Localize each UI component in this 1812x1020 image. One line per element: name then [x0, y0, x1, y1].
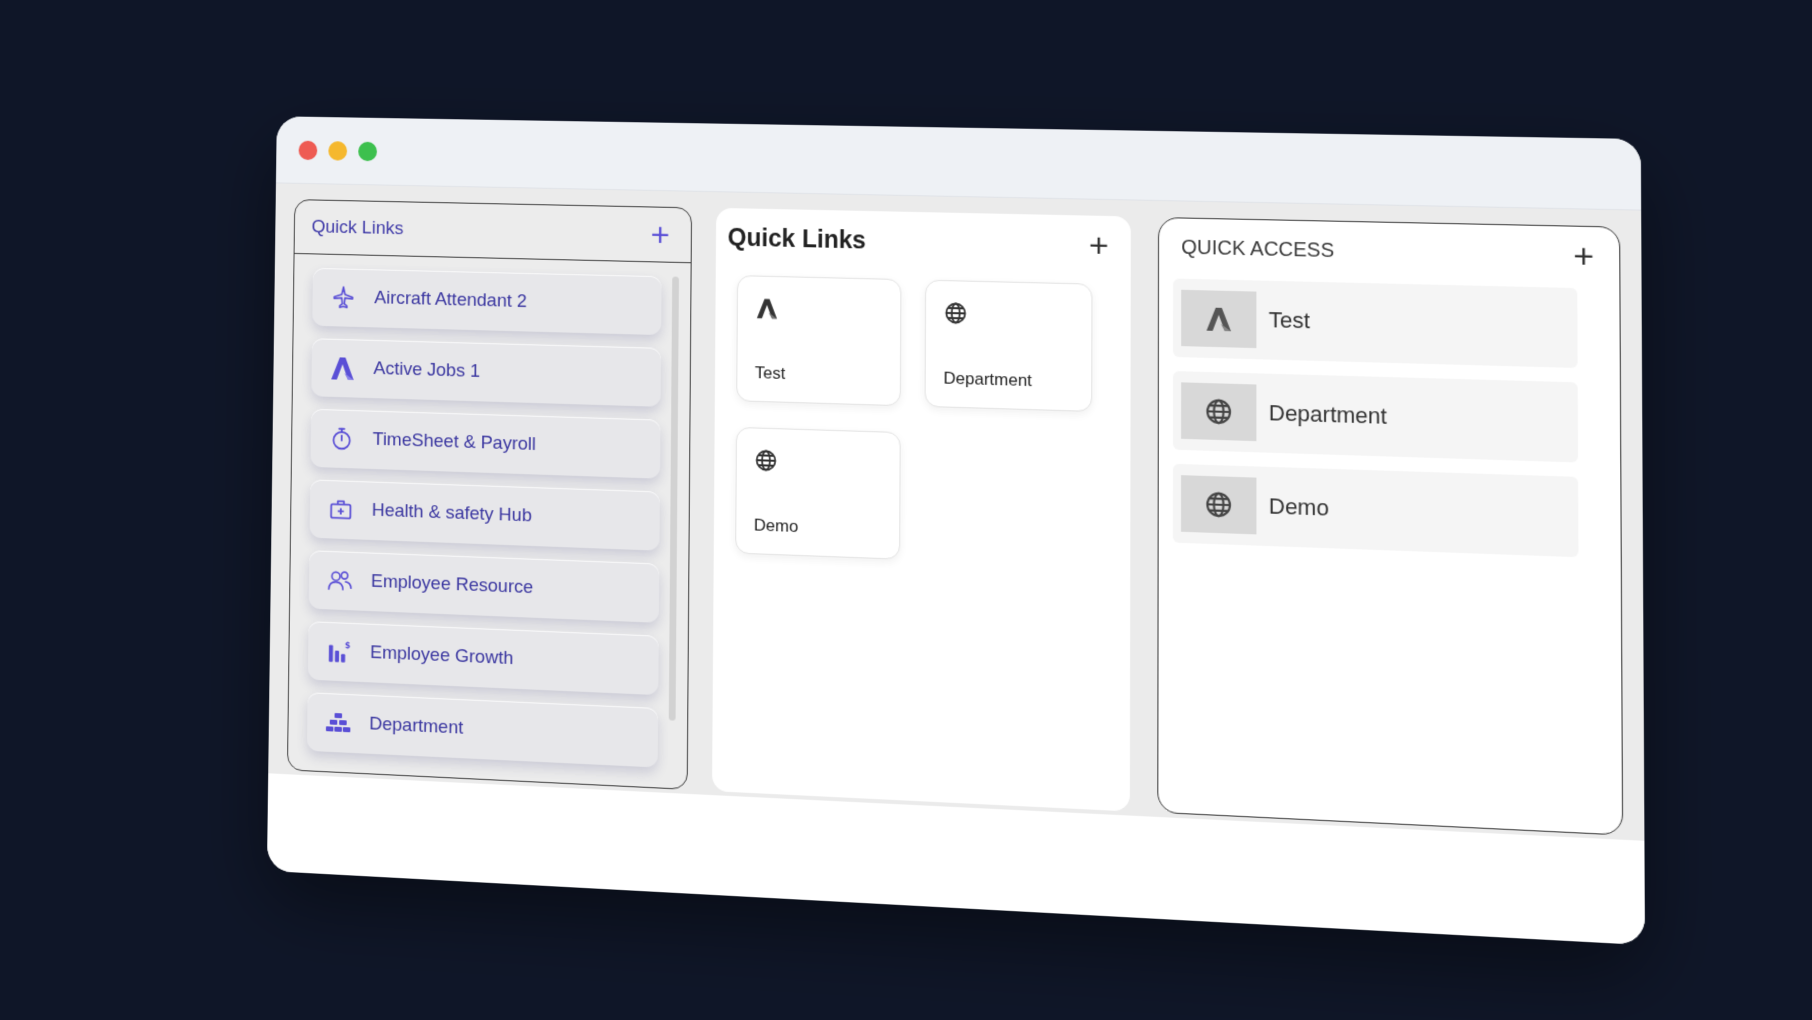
quick-link-label: Department	[369, 713, 464, 739]
add-tile-button[interactable]: +	[1089, 227, 1109, 265]
panel-header: Quick Links +	[716, 208, 1131, 277]
stage: Quick Links + Aircraft Attendant 2 Activ…	[0, 0, 1812, 1020]
medical-kit-icon	[327, 495, 355, 525]
panel-header: QUICK ACCESS +	[1159, 218, 1619, 287]
tile-demo[interactable]: Demo	[735, 426, 901, 560]
quick-links-list: Aircraft Attendant 2 Active Jobs 1 TimeS…	[306, 267, 662, 781]
quick-access-label: Department	[1268, 400, 1387, 429]
globe-icon	[944, 301, 972, 330]
quick-link-label: TimeSheet & Payroll	[372, 429, 537, 455]
globe-icon	[754, 448, 782, 477]
quick-link-employee-growth[interactable]: $ Employee Growth	[307, 621, 659, 696]
logo-a-icon	[328, 353, 356, 383]
panel-title: Quick Links	[311, 216, 404, 239]
quick-access-item-demo[interactable]: Demo	[1172, 463, 1579, 558]
svg-text:$: $	[345, 640, 351, 650]
panel-title: Quick Links	[727, 223, 866, 254]
quick-link-label: Health & safety Hub	[371, 500, 532, 527]
logo-a-icon	[755, 296, 782, 324]
quick-link-employee-resource[interactable]: Employee Resource	[308, 550, 660, 623]
add-quick-link-button[interactable]: +	[650, 216, 669, 254]
app-window: Quick Links + Aircraft Attendant 2 Activ…	[266, 116, 1645, 946]
globe-icon	[1180, 475, 1257, 535]
quick-link-timesheet-payroll[interactable]: TimeSheet & Payroll	[310, 408, 661, 479]
maximize-window-button[interactable]	[358, 141, 378, 161]
tile-department[interactable]: Department	[924, 279, 1093, 412]
quick-link-aircraft-attendant[interactable]: Aircraft Attendant 2	[312, 267, 662, 336]
tile-label: Test	[754, 363, 786, 383]
tile-label: Demo	[753, 515, 799, 537]
quick-links-tiles-panel: Quick Links + Test Department Demo	[712, 207, 1131, 812]
logo-a-icon	[1181, 289, 1257, 349]
quick-link-health-safety[interactable]: Health & safety Hub	[309, 479, 660, 551]
dashboard-content: Quick Links + Aircraft Attendant 2 Activ…	[268, 183, 1645, 841]
quick-access-label: Test	[1268, 307, 1310, 334]
panel-title: QUICK ACCESS	[1181, 236, 1335, 262]
close-window-button[interactable]	[298, 140, 318, 160]
growth-chart-icon: $	[325, 636, 354, 666]
quick-access-panel: QUICK ACCESS + Test Department Demo	[1157, 217, 1624, 836]
stopwatch-icon	[327, 424, 355, 454]
quick-link-label: Employee Growth	[369, 642, 514, 670]
airplane-icon	[329, 283, 357, 313]
quick-link-label: Active Jobs 1	[373, 358, 481, 382]
quick-access-label: Demo	[1268, 493, 1329, 521]
quick-access-item-department[interactable]: Department	[1172, 371, 1579, 463]
panel-header: Quick Links +	[294, 200, 692, 264]
quick-link-label: Aircraft Attendant 2	[374, 287, 528, 312]
list-scrollbar[interactable]	[668, 276, 679, 721]
quick-access-item-test[interactable]: Test	[1173, 278, 1578, 368]
quick-links-list-panel: Quick Links + Aircraft Attendant 2 Activ…	[286, 199, 693, 790]
quick-link-department[interactable]: Department	[306, 692, 659, 768]
tile-test[interactable]: Test	[736, 275, 902, 407]
globe-icon	[1181, 382, 1257, 442]
minimize-window-button[interactable]	[328, 140, 348, 161]
department-icon	[324, 708, 353, 739]
add-quick-access-button[interactable]: +	[1573, 237, 1594, 276]
quick-link-active-jobs[interactable]: Active Jobs 1	[311, 338, 662, 407]
quick-link-label: Employee Resource	[370, 571, 534, 599]
people-icon	[326, 565, 354, 595]
tile-label: Department	[943, 368, 1032, 391]
